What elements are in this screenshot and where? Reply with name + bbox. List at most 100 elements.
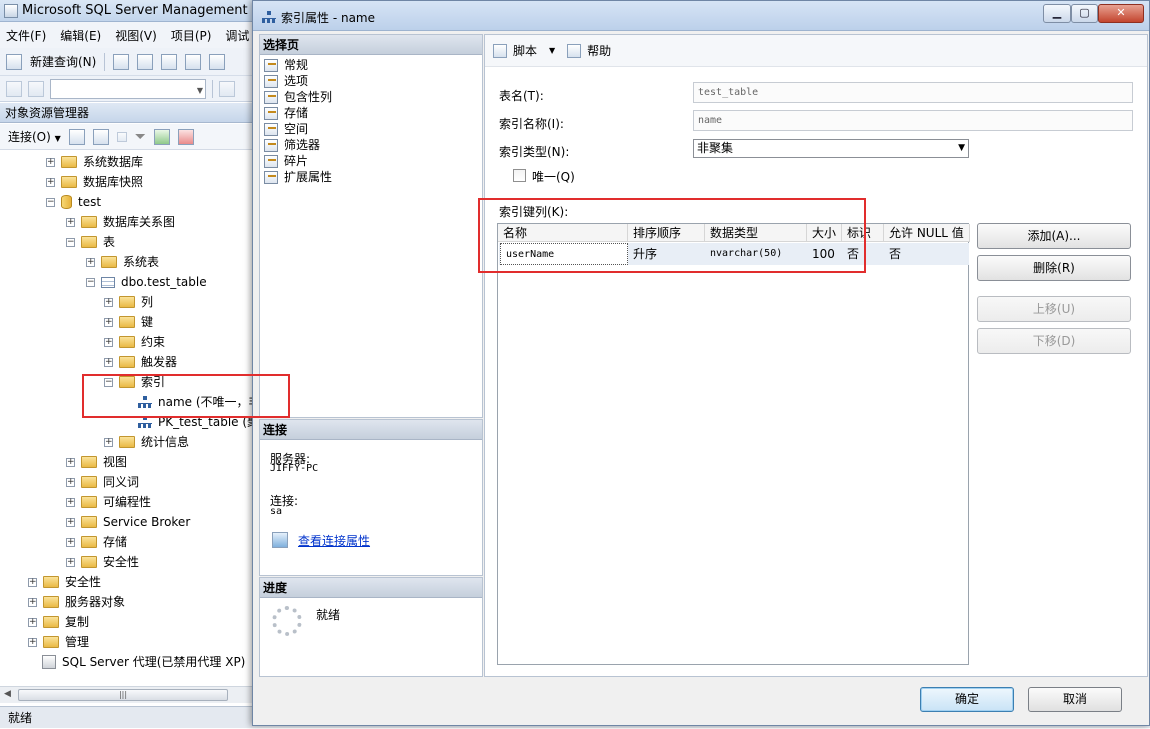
- tree-node[interactable]: + 安全性: [66, 552, 139, 572]
- collapse-icon[interactable]: −: [86, 277, 95, 287]
- tree-node[interactable]: + 统计信息: [104, 432, 189, 452]
- select-page-item[interactable]: 常规: [264, 57, 308, 73]
- expand-icon[interactable]: +: [28, 637, 37, 647]
- column-header-allow-null[interactable]: 允许 NULL 值: [884, 224, 970, 242]
- cancel-button[interactable]: 取消: [1028, 687, 1122, 712]
- tree-node[interactable]: + 同义词: [66, 472, 139, 492]
- xmla-query-icon[interactable]: [185, 53, 202, 70]
- select-page-item[interactable]: 选项: [264, 73, 308, 89]
- select-page-item[interactable]: 包含性列: [264, 89, 332, 105]
- expand-icon[interactable]: +: [66, 557, 75, 567]
- expand-icon[interactable]: +: [104, 437, 113, 447]
- available-databases-combo[interactable]: ▼: [50, 78, 206, 99]
- expand-icon[interactable]: +: [104, 297, 113, 307]
- expand-icon[interactable]: +: [46, 177, 55, 187]
- expand-icon[interactable]: +: [66, 537, 75, 547]
- refresh-icon[interactable]: [154, 128, 170, 145]
- expand-icon[interactable]: +: [104, 337, 113, 347]
- index-name-field[interactable]: name: [693, 110, 1133, 131]
- expand-icon[interactable]: +: [66, 457, 75, 467]
- select-page-item[interactable]: 碎片: [264, 153, 308, 169]
- menu-edit[interactable]: 编辑(E): [60, 27, 101, 44]
- expand-icon[interactable]: +: [86, 257, 95, 267]
- expand-icon[interactable]: +: [66, 217, 75, 227]
- connect-server-icon[interactable]: [68, 128, 85, 145]
- connect-query-icon[interactable]: [6, 80, 22, 97]
- menu-view[interactable]: 视图(V): [115, 27, 157, 44]
- scroll-left-icon[interactable]: ◀: [4, 689, 11, 699]
- change-connection-icon[interactable]: [28, 80, 44, 97]
- tree-node[interactable]: + 存储: [66, 532, 127, 552]
- script-icon[interactable]: [493, 43, 507, 58]
- index-type-select[interactable]: 非聚集 ▼: [693, 139, 969, 158]
- tree-node[interactable]: + 触发器: [104, 352, 177, 372]
- tree-node[interactable]: SQL Server 代理(已禁用代理 XP): [42, 652, 245, 672]
- chevron-down-icon[interactable]: ▼: [549, 46, 555, 55]
- menu-debug[interactable]: 调试: [225, 27, 249, 44]
- tree-node[interactable]: + 服务器对象: [28, 592, 125, 612]
- expand-icon[interactable]: +: [66, 497, 75, 507]
- select-page-item[interactable]: 存储: [264, 105, 308, 121]
- filter-icon[interactable]: ⏷: [135, 129, 146, 145]
- tree-node[interactable]: + 列: [104, 292, 153, 312]
- new-file-icon[interactable]: [113, 53, 130, 70]
- tree-node[interactable]: + 系统数据库: [46, 152, 143, 172]
- move-down-button[interactable]: 下移(D): [977, 328, 1131, 354]
- remove-button[interactable]: 删除(R): [977, 255, 1131, 281]
- collapse-icon[interactable]: −: [66, 237, 75, 247]
- expand-icon[interactable]: +: [66, 517, 75, 527]
- view-connection-properties-link[interactable]: 查看连接属性: [298, 532, 370, 549]
- menu-file[interactable]: 文件(F): [6, 27, 46, 44]
- tree-node[interactable]: + 可编程性: [66, 492, 151, 512]
- add-button[interactable]: 添加(A)...: [977, 223, 1131, 249]
- minimize-button[interactable]: ▁: [1043, 4, 1071, 23]
- horizontal-scrollbar[interactable]: ◀ |||: [0, 686, 252, 703]
- tree-node[interactable]: + 键: [104, 312, 153, 332]
- tree-node[interactable]: + 约束: [104, 332, 165, 352]
- expand-icon[interactable]: +: [28, 617, 37, 627]
- scrollbar-thumb[interactable]: |||: [18, 689, 228, 701]
- sync-icon[interactable]: [178, 128, 194, 145]
- script-button[interactable]: 脚本: [513, 42, 537, 59]
- tree-node[interactable]: + 安全性: [28, 572, 101, 592]
- open-file-icon[interactable]: [209, 53, 226, 70]
- expand-icon[interactable]: +: [104, 357, 113, 367]
- tree-node[interactable]: − dbo.test_table: [86, 272, 207, 292]
- expand-icon[interactable]: +: [66, 477, 75, 487]
- disconnect-icon[interactable]: [92, 128, 109, 145]
- tree-node[interactable]: + 复制: [28, 612, 89, 632]
- help-icon[interactable]: [567, 43, 582, 58]
- execute-icon[interactable]: [219, 80, 235, 97]
- expand-icon[interactable]: +: [46, 157, 55, 167]
- unique-checkbox[interactable]: [513, 169, 526, 182]
- select-page-item[interactable]: 空间: [264, 121, 308, 137]
- connect-button[interactable]: 连接(O) ▼: [8, 128, 61, 145]
- expand-icon[interactable]: +: [104, 317, 113, 327]
- mdx-query-icon[interactable]: [137, 53, 154, 70]
- tree-node[interactable]: + 数据库快照: [46, 172, 143, 192]
- select-page-item[interactable]: 扩展属性: [264, 169, 332, 185]
- dmx-query-icon[interactable]: [161, 53, 178, 70]
- select-page-item[interactable]: 筛选器: [264, 137, 320, 153]
- expand-icon[interactable]: +: [28, 577, 37, 587]
- new-query-button[interactable]: 新建查询(N): [30, 53, 96, 70]
- move-up-button[interactable]: 上移(U): [977, 296, 1131, 322]
- page-icon: [264, 170, 278, 184]
- tree-node[interactable]: − test: [46, 192, 101, 212]
- ok-button[interactable]: 确定: [920, 687, 1014, 712]
- maximize-button[interactable]: ▢: [1071, 4, 1098, 23]
- stop-icon[interactable]: [116, 131, 127, 142]
- tree-node[interactable]: + 视图: [66, 452, 127, 472]
- help-button[interactable]: 帮助: [587, 42, 611, 59]
- menu-project[interactable]: 项目(P): [171, 27, 212, 44]
- tree-node[interactable]: − 表: [66, 232, 115, 252]
- tree-node[interactable]: + 数据库关系图: [66, 212, 175, 232]
- close-button[interactable]: ✕: [1098, 4, 1144, 23]
- expand-icon[interactable]: +: [28, 597, 37, 607]
- new-query-icon[interactable]: [6, 53, 22, 70]
- tree-node[interactable]: + Service Broker: [66, 512, 190, 532]
- tree-node[interactable]: + 系统表: [86, 252, 159, 272]
- connection-properties-icon[interactable]: [272, 532, 288, 548]
- collapse-icon[interactable]: −: [46, 197, 55, 207]
- tree-node[interactable]: + 管理: [28, 632, 89, 652]
